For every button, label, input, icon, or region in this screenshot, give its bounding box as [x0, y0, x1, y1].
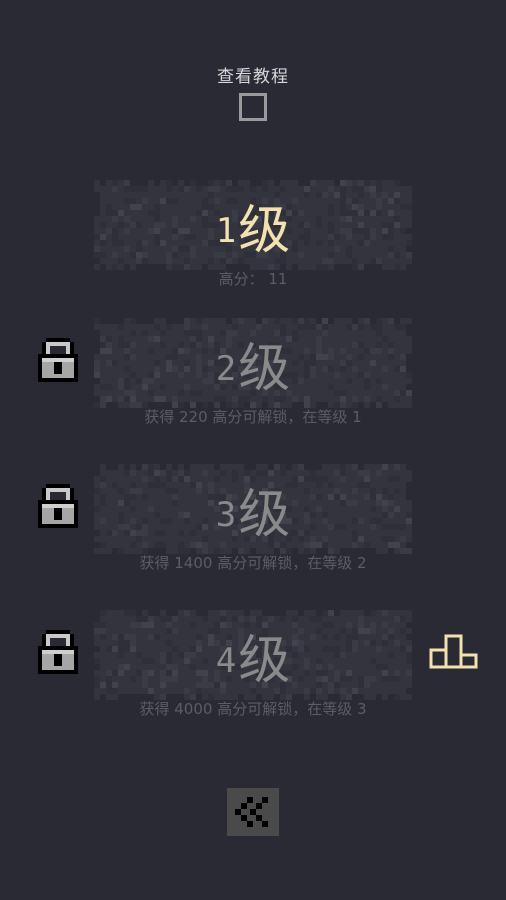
tutorial-toggle[interactable]: 查看教程 — [0, 62, 506, 121]
lock-icon — [38, 630, 78, 674]
level-1-title: 1 级 — [94, 180, 412, 270]
level-3-title: 3 级 — [94, 464, 412, 554]
level-4[interactable]: 4 级 获得 4000 高分可解锁，在等级 3 — [94, 610, 412, 718]
level-label: 级 — [238, 484, 291, 545]
level-number: 4 — [215, 641, 237, 681]
level-2-unlock-hint: 获得 220 高分可解锁，在等级 1 — [144, 408, 362, 426]
back-button[interactable] — [227, 788, 279, 836]
level-number: 1 — [215, 211, 237, 251]
level-number: 2 — [215, 349, 237, 389]
level-2-title: 2 级 — [94, 318, 412, 408]
level-3[interactable]: 3 级 获得 1400 高分可解锁，在等级 2 — [94, 464, 412, 572]
level-1-highscore: 高分： 11 — [218, 270, 288, 288]
double-chevron-left-icon — [235, 797, 268, 827]
podium-icon[interactable] — [429, 633, 479, 669]
tutorial-label: 查看教程 — [217, 67, 289, 87]
level-4-unlock-hint: 获得 4000 高分可解锁，在等级 3 — [139, 700, 367, 718]
lock-icon — [38, 484, 78, 528]
level-2[interactable]: 2 级 获得 220 高分可解锁，在等级 1 — [94, 318, 412, 426]
level-label: 级 — [238, 200, 291, 261]
lock-icon — [38, 338, 78, 382]
level-label: 级 — [238, 338, 291, 399]
level-1[interactable]: 1 级 高分： 11 — [94, 180, 412, 288]
level-3-unlock-hint: 获得 1400 高分可解锁，在等级 2 — [139, 554, 367, 572]
tutorial-checkbox[interactable] — [239, 93, 267, 121]
level-4-title: 4 级 — [94, 610, 412, 700]
level-number: 3 — [215, 495, 237, 535]
level-label: 级 — [238, 630, 291, 691]
